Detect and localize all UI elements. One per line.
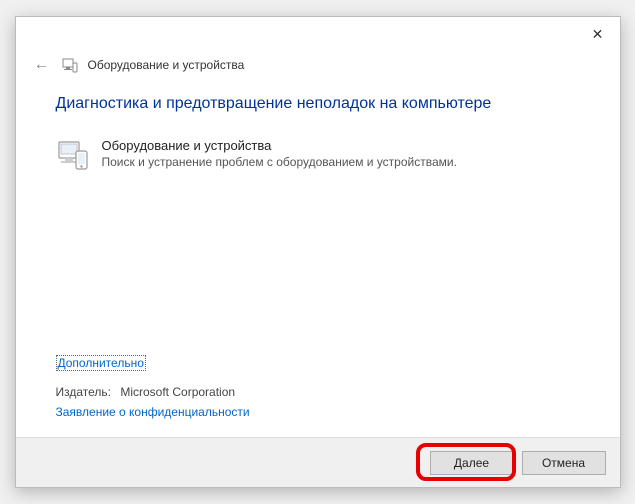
publisher-label: Издатель:	[56, 385, 112, 399]
publisher-row: Издатель: Microsoft Corporation	[56, 385, 580, 399]
privacy-link[interactable]: Заявление о конфиденциальности	[56, 405, 580, 419]
main-heading: Диагностика и предотвращение неполадок н…	[56, 95, 580, 113]
troubleshooter-item: Оборудование и устройства Поиск и устран…	[56, 137, 580, 171]
titlebar: ✕	[16, 17, 620, 51]
troubleshooter-window: ✕ ← Оборудование и устройства Диагностик…	[15, 16, 621, 488]
advanced-link[interactable]: Дополнительно	[56, 355, 146, 371]
item-text: Оборудование и устройства Поиск и устран…	[102, 137, 457, 171]
back-arrow-icon: ←	[34, 56, 50, 74]
devices-icon	[62, 57, 78, 73]
footer-bar: Далее Отмена	[16, 437, 620, 487]
publisher-value: Microsoft Corporation	[120, 385, 235, 399]
content-area: Диагностика и предотвращение неполадок н…	[16, 87, 620, 437]
close-icon: ✕	[592, 26, 604, 43]
hardware-icon	[56, 137, 90, 171]
item-description: Поиск и устранение проблем с оборудовани…	[102, 155, 457, 169]
header-row: ← Оборудование и устройства	[16, 51, 620, 87]
cancel-button[interactable]: Отмена	[522, 451, 606, 475]
back-button[interactable]: ←	[32, 55, 52, 75]
close-button[interactable]: ✕	[576, 19, 620, 49]
item-title: Оборудование и устройства	[102, 138, 457, 153]
window-title: Оборудование и устройства	[88, 58, 245, 72]
next-button[interactable]: Далее	[430, 451, 514, 475]
